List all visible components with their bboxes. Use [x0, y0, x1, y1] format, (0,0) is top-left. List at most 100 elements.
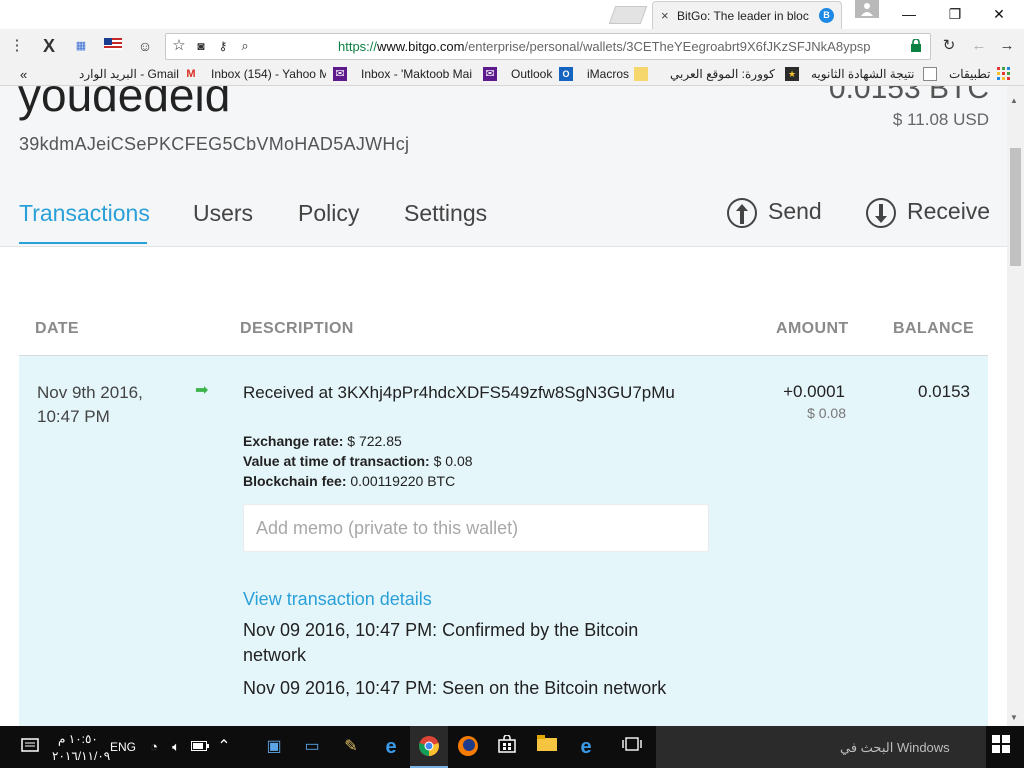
- value-at-time-label: Value at time of transaction:: [243, 453, 430, 469]
- transaction-date-line: Nov 9th 2016,: [37, 383, 143, 402]
- store-icon[interactable]: [495, 734, 519, 759]
- column-header-description[interactable]: DESCRIPTION: [240, 320, 354, 338]
- receive-button[interactable]: Receive: [907, 198, 990, 225]
- battery-icon[interactable]: [188, 735, 212, 759]
- column-header-date[interactable]: DATE: [35, 320, 79, 338]
- column-header-amount[interactable]: AMOUNT: [776, 320, 849, 338]
- internet-explorer-icon[interactable]: e: [379, 735, 403, 759]
- blockchain-fee-label: Blockchain fee:: [243, 473, 347, 489]
- receive-arrow-down-icon[interactable]: [866, 198, 896, 228]
- app-window-icon[interactable]: ▭: [300, 735, 324, 759]
- active-tab[interactable]: × BitGo: The leader in blockchain securi…: [652, 1, 842, 29]
- exchange-rate-value: $ 722.85: [343, 433, 402, 449]
- address-bar[interactable]: ☆ ◙ ⚷ ⌕ https://www.bitgo.com/enterprise…: [165, 33, 931, 60]
- scroll-down-icon[interactable]: ▼: [1010, 713, 1018, 722]
- zoom-icon[interactable]: ⌕: [236, 37, 254, 55]
- transaction-description: Received at 3KXhj4pPr4hdcXDFS549zfw8SgN3…: [243, 383, 675, 402]
- windows-taskbar: ١٠:٥٠ م ٢٠١٦/١١/٠٩ ENG ◔ 🔈︎ ⌃ ▣ ▭ ✎ e e …: [0, 726, 1024, 768]
- volume-icon[interactable]: 🔈︎: [164, 735, 188, 759]
- blockchain-fee-line: Blockchain fee: 0.00119220 BTC: [243, 473, 455, 489]
- transaction-balance: 0.0153: [918, 382, 970, 401]
- transaction-date: Nov 9th 2016, 10:47 PM: [37, 381, 167, 429]
- bookmark-gmail[interactable]: البريد الوارد - Gmail: [79, 67, 179, 81]
- bookmark-kooora[interactable]: كوورة: الموقع العربي: [670, 67, 775, 81]
- gmail-icon: M: [186, 68, 196, 80]
- url-scheme: https://: [338, 39, 378, 54]
- apps-grid-icon[interactable]: [997, 67, 1011, 81]
- bookmark-outlook[interactable]: Outlook: [511, 67, 552, 81]
- edge-icon[interactable]: e: [574, 735, 598, 759]
- value-at-time-line: Value at time of transaction: $ 0.08: [243, 453, 473, 469]
- bookmark-results[interactable]: نتيجة الشهادة الثانويه: [811, 67, 915, 81]
- extension-flag-icon[interactable]: [104, 37, 122, 55]
- extension-x-icon[interactable]: X: [40, 37, 58, 55]
- memo-input[interactable]: [244, 505, 708, 551]
- outlook-icon: O: [559, 67, 573, 81]
- transaction-amount: +0.0001: [783, 382, 845, 401]
- chrome-icon[interactable]: [417, 735, 441, 759]
- tab-users[interactable]: Users: [193, 200, 253, 227]
- app-network-icon[interactable]: ▣: [262, 735, 286, 759]
- tab-settings[interactable]: Settings: [404, 200, 487, 227]
- key-icon[interactable]: ⚷: [214, 37, 232, 55]
- show-hidden-icons-chevron-icon[interactable]: ⌃: [212, 735, 236, 759]
- tab-policy[interactable]: Policy: [298, 200, 359, 227]
- back-icon[interactable]: →: [998, 37, 1016, 55]
- transaction-row[interactable]: Nov 9th 2016, 10:47 PM ➡ Received at 3KX…: [19, 356, 988, 726]
- windows-search-box[interactable]: البحث في Windows: [656, 726, 986, 768]
- url-text[interactable]: https://www.bitgo.com/enterprise/persona…: [338, 39, 871, 54]
- bookmark-star-icon[interactable]: ☆: [170, 37, 188, 55]
- chrome-menu-icon[interactable]: ⋮: [8, 37, 26, 55]
- reload-icon[interactable]: ↻: [940, 37, 958, 55]
- tab-title: BitGo: The leader in blockchain security: [677, 9, 809, 23]
- windows-start-icon[interactable]: [989, 735, 1013, 759]
- scroll-up-icon[interactable]: ▲: [1010, 96, 1018, 105]
- memo-field[interactable]: [243, 504, 709, 552]
- bookmark-yahoo[interactable]: Inbox (154) - Yahoo M: [211, 67, 326, 81]
- bookmark-maktoob[interactable]: Inbox - 'Maktoob Mai: [361, 67, 474, 81]
- bookmark-imacros[interactable]: iMacros: [587, 67, 629, 81]
- page-scrollbar[interactable]: ▲ ▼: [1007, 86, 1024, 726]
- send-arrow-up-icon[interactable]: [727, 198, 757, 228]
- value-at-time-value: $ 0.08: [429, 453, 473, 469]
- history-entry-seen: Nov 09 2016, 10:47 PM: Seen on the Bitco…: [243, 678, 667, 698]
- new-tab-button[interactable]: [608, 6, 648, 24]
- received-arrow-icon: ➡: [195, 382, 209, 399]
- app-paint-icon[interactable]: ✎: [339, 735, 363, 759]
- wallet-address: 39kdmAJeiCSePKCFEG5CbVMoHAD5AJWHcj: [19, 134, 410, 154]
- profile-icon[interactable]: [855, 0, 879, 18]
- exchange-rate-label: Exchange rate:: [243, 433, 344, 449]
- exchange-rate-line: Exchange rate: $ 722.85: [243, 433, 402, 449]
- extension-grid-icon[interactable]: ▦: [72, 37, 90, 55]
- firefox-icon[interactable]: [456, 735, 480, 759]
- clock-date[interactable]: ٢٠١٦/١١/٠٩: [52, 749, 110, 763]
- clock-time[interactable]: ١٠:٥٠ م: [58, 732, 98, 746]
- send-button[interactable]: Send: [768, 198, 822, 225]
- file-explorer-icon[interactable]: [535, 735, 559, 759]
- windows-search-placeholder: البحث في Windows: [840, 740, 950, 755]
- wifi-icon[interactable]: ◔: [142, 735, 166, 759]
- folder-icon: [634, 67, 648, 81]
- view-transaction-details-link[interactable]: View transaction details: [243, 589, 432, 610]
- bookmark-apps[interactable]: تطبيقات: [949, 67, 990, 81]
- tab-close-icon[interactable]: ×: [661, 8, 669, 23]
- bookmarks-overflow-button[interactable]: «: [20, 67, 27, 82]
- camera-icon[interactable]: ◙: [192, 37, 210, 55]
- scrollbar-thumb[interactable]: [1010, 148, 1021, 266]
- tab-transactions[interactable]: Transactions: [19, 200, 150, 227]
- extension-face-icon[interactable]: ☺: [136, 37, 154, 55]
- maximize-button[interactable]: ❐: [932, 0, 978, 29]
- language-indicator[interactable]: ENG: [110, 740, 136, 754]
- secure-lock-icon[interactable]: [911, 38, 921, 55]
- column-header-balance[interactable]: BALANCE: [893, 320, 974, 338]
- minimize-button[interactable]: —: [886, 0, 932, 29]
- history-entry-confirmed: Nov 09 2016, 10:47 PM: Confirmed by the …: [243, 620, 639, 665]
- active-tab-indicator: [19, 242, 147, 244]
- task-view-icon[interactable]: [620, 735, 644, 759]
- page-icon: [923, 67, 937, 81]
- notifications-icon[interactable]: [18, 738, 42, 762]
- close-window-button[interactable]: ✕: [976, 0, 1022, 29]
- page-viewport: youdedeid 0.0153 BTC $ 11.08 USD 39kdmAJ…: [0, 86, 1007, 726]
- bitgo-favicon-icon: B: [819, 8, 834, 23]
- forward-icon[interactable]: ←: [970, 37, 988, 55]
